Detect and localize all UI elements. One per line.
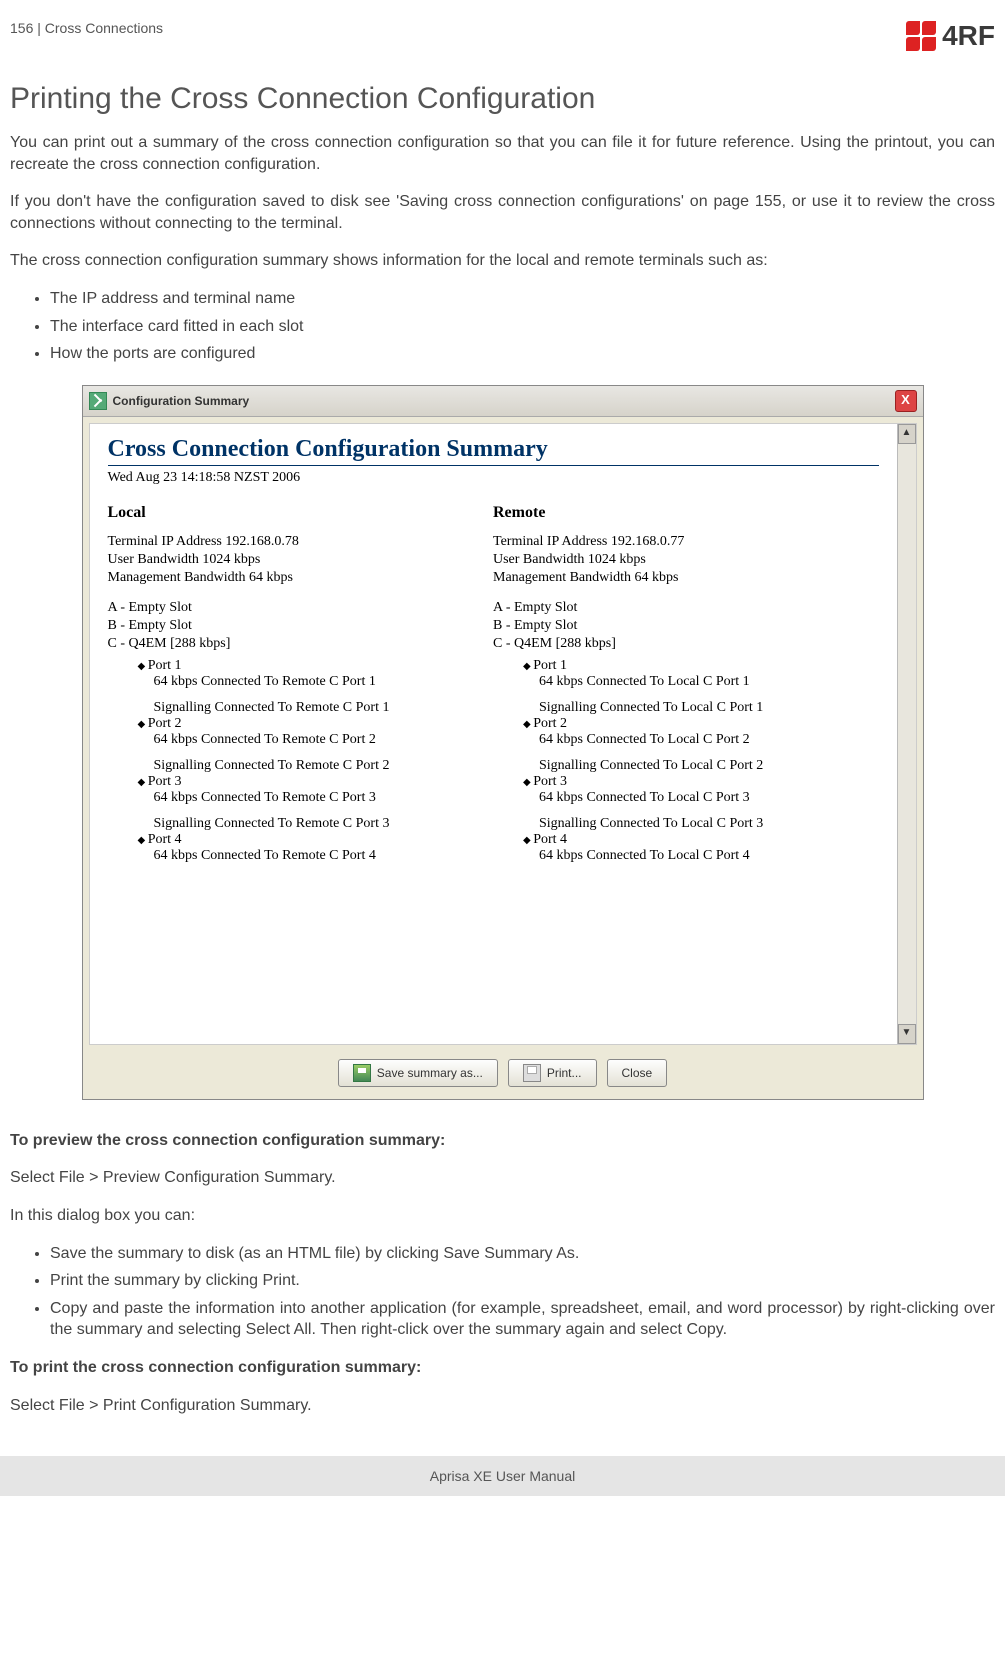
- summary-info-list: The IP address and terminal name The int…: [10, 288, 995, 365]
- summary-heading: Cross Connection Configuration Summary: [108, 436, 879, 466]
- local-port-sig: Signalling Connected To Remote C Port 2: [154, 758, 494, 774]
- preview-heading: To preview the cross connection configur…: [10, 1130, 995, 1152]
- remote-port-name: Port 1: [523, 658, 879, 674]
- local-mgmtbw: Management Bandwidth 64 kbps: [108, 570, 494, 586]
- remote-mgmtbw: Management Bandwidth 64 kbps: [493, 570, 879, 586]
- local-port-conn: 64 kbps Connected To Remote C Port 3: [154, 790, 494, 806]
- local-userbw: User Bandwidth 1024 kbps: [108, 552, 494, 568]
- remote-slot-a: A - Empty Slot: [493, 600, 879, 616]
- remote-port-conn: 64 kbps Connected To Local C Port 4: [539, 848, 879, 864]
- remote-port-name: Port 2: [523, 716, 879, 732]
- intro-para-1: You can print out a summary of the cross…: [10, 132, 995, 175]
- remote-port-sig: Signalling Connected To Local C Port 3: [539, 816, 879, 832]
- local-slot-a: A - Empty Slot: [108, 600, 494, 616]
- list-item: The IP address and terminal name: [50, 288, 995, 310]
- remote-port-conn: 64 kbps Connected To Local C Port 3: [539, 790, 879, 806]
- list-item: Copy and paste the information into anot…: [50, 1298, 995, 1341]
- print-button-label: Print...: [547, 1066, 582, 1080]
- remote-port-sig: Signalling Connected To Local C Port 2: [539, 758, 879, 774]
- scroll-down-icon[interactable]: ▼: [898, 1024, 916, 1044]
- local-port-conn: 64 kbps Connected To Remote C Port 2: [154, 732, 494, 748]
- brand-logo: 4RF: [906, 20, 995, 52]
- local-ip: Terminal IP Address 192.168.0.78: [108, 534, 494, 550]
- remote-port-name: Port 4: [523, 832, 879, 848]
- local-port-name: Port 1: [138, 658, 494, 674]
- save-icon: [353, 1064, 371, 1082]
- local-port-conn: 64 kbps Connected To Remote C Port 4: [154, 848, 494, 864]
- remote-slot-c: C - Q4EM [288 kbps]: [493, 636, 879, 652]
- remote-port-sig: Signalling Connected To Local C Port 1: [539, 700, 879, 716]
- local-port-name: Port 4: [138, 832, 494, 848]
- intro-para-3: The cross connection configuration summa…: [10, 250, 995, 272]
- print-button[interactable]: Print...: [508, 1059, 597, 1087]
- brand-text: 4RF: [942, 20, 995, 52]
- list-item: The interface card fitted in each slot: [50, 316, 995, 338]
- page-header-ref: 156 | Cross Connections: [10, 20, 163, 36]
- local-port-name: Port 2: [138, 716, 494, 732]
- preview-step: Select File > Preview Configuration Summ…: [10, 1167, 995, 1189]
- dialog-content: Cross Connection Configuration Summary W…: [90, 424, 897, 1044]
- save-summary-button[interactable]: Save summary as...: [338, 1059, 498, 1087]
- local-port-sig: Signalling Connected To Remote C Port 1: [154, 700, 494, 716]
- logo-icon: [906, 21, 936, 51]
- remote-ip: Terminal IP Address 192.168.0.77: [493, 534, 879, 550]
- scroll-up-icon[interactable]: ▲: [898, 424, 916, 444]
- local-port-conn: 64 kbps Connected To Remote C Port 1: [154, 674, 494, 690]
- remote-port-name: Port 3: [523, 774, 879, 790]
- print-step: Select File > Print Configuration Summar…: [10, 1395, 995, 1417]
- list-item: How the ports are configured: [50, 343, 995, 365]
- local-slot-c: C - Q4EM [288 kbps]: [108, 636, 494, 652]
- configuration-summary-dialog: Configuration Summary X Cross Connection…: [82, 385, 924, 1100]
- remote-port-conn: 64 kbps Connected To Local C Port 2: [539, 732, 879, 748]
- print-heading: To print the cross connection configurat…: [10, 1357, 995, 1379]
- remote-slot-b: B - Empty Slot: [493, 618, 879, 634]
- dialog-titlebar: Configuration Summary X: [83, 386, 923, 417]
- dialog-title: Configuration Summary: [113, 394, 250, 408]
- vertical-scrollbar[interactable]: ▲ ▼: [897, 424, 916, 1044]
- intro-para-2: If you don't have the configuration save…: [10, 191, 995, 234]
- app-icon: [89, 392, 107, 410]
- save-button-label: Save summary as...: [377, 1066, 483, 1080]
- summary-timestamp: Wed Aug 23 14:18:58 NZST 2006: [108, 470, 879, 486]
- remote-port-conn: 64 kbps Connected To Local C Port 1: [539, 674, 879, 690]
- remote-column: Remote Terminal IP Address 192.168.0.77 …: [493, 504, 879, 864]
- remote-label: Remote: [493, 504, 879, 522]
- local-label: Local: [108, 504, 494, 522]
- remote-userbw: User Bandwidth 1024 kbps: [493, 552, 879, 568]
- close-icon[interactable]: X: [895, 390, 917, 412]
- local-slot-b: B - Empty Slot: [108, 618, 494, 634]
- local-column: Local Terminal IP Address 192.168.0.78 U…: [108, 504, 494, 864]
- close-button-label: Close: [622, 1066, 653, 1080]
- list-item: Print the summary by clicking Print.: [50, 1270, 995, 1292]
- print-icon: [523, 1064, 541, 1082]
- local-port-sig: Signalling Connected To Remote C Port 3: [154, 816, 494, 832]
- footer-text: Aprisa XE User Manual: [0, 1456, 1005, 1496]
- inthis-text: In this dialog box you can:: [10, 1205, 995, 1227]
- list-item: Save the summary to disk (as an HTML fil…: [50, 1243, 995, 1265]
- close-button[interactable]: Close: [607, 1059, 668, 1087]
- local-port-name: Port 3: [138, 774, 494, 790]
- page-title: Printing the Cross Connection Configurat…: [10, 82, 995, 116]
- dialog-actions-list: Save the summary to disk (as an HTML fil…: [10, 1243, 995, 1341]
